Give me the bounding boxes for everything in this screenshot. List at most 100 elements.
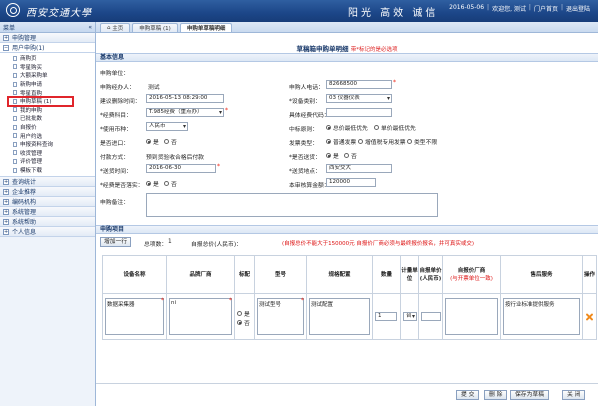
sidebar-item[interactable]: 收货管理 bbox=[0, 149, 95, 158]
budget-input[interactable]: 120000 bbox=[326, 178, 376, 187]
import-yes[interactable]: 是 bbox=[146, 137, 159, 146]
sidebar-group[interactable]: + 系统帮助 bbox=[0, 217, 95, 228]
import-label: 是否进口： bbox=[100, 141, 129, 147]
sidebar-group[interactable]: + 编码机构 bbox=[0, 197, 95, 208]
welcome-link[interactable]: 欢迎您, 测试 bbox=[492, 4, 526, 13]
price-input[interactable] bbox=[421, 312, 441, 321]
sidebar-item[interactable]: 新购申请 bbox=[0, 80, 95, 89]
sidebar-item[interactable]: 自报价 bbox=[0, 123, 95, 132]
sidebar-item[interactable]: 我的申购 bbox=[0, 106, 95, 115]
model-input[interactable]: 测试型号 bbox=[257, 297, 304, 335]
funds-ready-yes[interactable]: 是 bbox=[146, 179, 159, 188]
operator-value: 测试 bbox=[148, 85, 160, 91]
sidebar-group[interactable]: + 个人信息 bbox=[0, 227, 95, 238]
close-button[interactable]: 关 闭 bbox=[562, 390, 586, 400]
sidebar-item[interactable]: 商购页 bbox=[0, 54, 95, 63]
col-header-name: 设备名称 bbox=[102, 255, 167, 294]
supplier-input[interactable] bbox=[445, 298, 498, 335]
invoice-option-any[interactable]: 类型不限 bbox=[407, 137, 437, 146]
remark-textarea[interactable] bbox=[146, 193, 438, 217]
service-input[interactable]: 按行业标准提供服务 bbox=[503, 298, 580, 335]
sidebar-item-drafts[interactable]: 申购草稿 (1) bbox=[7, 96, 74, 107]
document-icon bbox=[13, 90, 17, 96]
principle-option-unit[interactable]: 单价最低优先 bbox=[374, 123, 416, 132]
sidebar-item[interactable]: 模板下载 bbox=[0, 166, 95, 175]
spec-input[interactable]: 测试配置 bbox=[309, 298, 370, 335]
brand-title: 西安交通大學 bbox=[26, 8, 92, 19]
submit-button[interactable]: 提 交 bbox=[456, 390, 480, 400]
created-input[interactable]: 2016-05-13 08:29:00 bbox=[146, 94, 224, 103]
delete-button[interactable]: 删 除 bbox=[484, 390, 508, 400]
tab-draft-detail[interactable]: 申购单草稿明细 bbox=[179, 23, 233, 32]
currency-label: *使用币种： bbox=[100, 127, 132, 133]
funds-label: *经费科目： bbox=[100, 113, 132, 119]
col-header-brand: 品牌厂商 bbox=[166, 255, 235, 294]
document-icon bbox=[13, 72, 17, 78]
device-name-input[interactable]: 数据采集器 bbox=[105, 297, 164, 335]
tab-home[interactable]: ⌂ 主页 bbox=[100, 23, 131, 32]
phone-label: 申购人电话： bbox=[289, 85, 324, 91]
radio-checked-icon bbox=[326, 139, 331, 144]
unit-label: 申购单位： bbox=[100, 71, 129, 77]
funds-select[interactable]: T.985经费（重点办） bbox=[146, 108, 224, 117]
logout-link[interactable]: 退出登陆 bbox=[566, 4, 590, 13]
unit-select[interactable]: 台 bbox=[403, 312, 417, 321]
radio-icon bbox=[374, 125, 379, 130]
category-select[interactable]: 03 仪器仪表 bbox=[326, 94, 392, 103]
brand-input[interactable]: ni bbox=[169, 297, 232, 335]
expand-icon: + bbox=[3, 228, 9, 235]
user-bar: 2016-05-06 | 欢迎您, 测试 | 门户首页 | 退出登陆 bbox=[449, 4, 590, 13]
col-header-service: 售后服务 bbox=[500, 255, 583, 294]
import-no[interactable]: 否 bbox=[164, 137, 177, 146]
document-icon bbox=[13, 124, 17, 130]
sidebar-group[interactable]: + 查询统计 bbox=[0, 177, 95, 188]
quantity-input[interactable]: 1 bbox=[375, 312, 397, 321]
principle-option-total[interactable]: 总价最低优先 bbox=[326, 123, 368, 132]
invoice-option-vat[interactable]: 增值税专用发票 bbox=[358, 137, 406, 146]
phone-input[interactable]: 82668500 bbox=[326, 80, 392, 89]
document-icon bbox=[13, 167, 17, 173]
sidebar-item[interactable]: 申报资料查询 bbox=[0, 140, 95, 149]
col-header-action: 操作 bbox=[582, 255, 597, 294]
delivery-yes[interactable]: 是 bbox=[326, 151, 339, 160]
expand-icon: + bbox=[3, 178, 9, 185]
invoice-option-normal[interactable]: 普通发票 bbox=[326, 137, 356, 146]
section-basic-info: 基本信息 bbox=[96, 53, 598, 62]
sidebar: 菜单 « + 申购管理 − 用户申购(1) 商购页 零星购买 大额采购单 新购申… bbox=[0, 22, 96, 406]
expand-icon: + bbox=[3, 188, 9, 195]
currency-select[interactable]: 人民币 bbox=[146, 122, 188, 131]
radio-checked-icon bbox=[326, 125, 331, 130]
principle-label: 中标原则： bbox=[289, 127, 318, 133]
document-icon bbox=[13, 158, 17, 164]
standard-yes[interactable]: 是 bbox=[237, 309, 250, 318]
price-notice: (自报总价不能大于150000元 自报价厂商必须与最终报价报名，并可真实或交) bbox=[282, 241, 475, 247]
delivery-no[interactable]: 否 bbox=[344, 151, 357, 160]
sidebar-group[interactable]: + 系统管理 bbox=[0, 207, 95, 218]
sidebar-group-purchase[interactable]: + 申购管理 bbox=[0, 33, 95, 43]
sidebar-item[interactable]: 零星购买 bbox=[0, 63, 95, 72]
sidebar-item[interactable]: 零星直购 bbox=[0, 88, 95, 97]
sidebar-item[interactable]: 大额采购单 bbox=[0, 71, 95, 80]
delete-row-icon[interactable] bbox=[585, 312, 594, 321]
add-row-button[interactable]: 增加一行 bbox=[100, 237, 132, 247]
self-pick-label: *经费是否落实： bbox=[100, 183, 144, 189]
payment-label: 付款方式： bbox=[100, 155, 129, 161]
sidebar-item[interactable]: 评价管理 bbox=[0, 157, 95, 166]
radio-checked-icon bbox=[146, 181, 151, 186]
deliver-time-input[interactable]: 2016-06-30 bbox=[146, 164, 216, 173]
remark-label: 申购备注： bbox=[100, 200, 129, 206]
sidebar-group[interactable]: + 企业推荐 bbox=[0, 187, 95, 198]
radio-checked-icon bbox=[326, 153, 331, 158]
deliver-place-input[interactable]: 西安交大 bbox=[326, 164, 392, 173]
delivery-label: *是否送货： bbox=[289, 155, 321, 161]
funds-ready-no[interactable]: 否 bbox=[164, 179, 177, 188]
funds-code-input[interactable] bbox=[326, 108, 392, 117]
standard-no[interactable]: 否 bbox=[237, 318, 250, 327]
tab-drafts[interactable]: 申购草稿 (1) bbox=[132, 23, 178, 32]
save-draft-button[interactable]: 保存为草稿 bbox=[510, 390, 549, 400]
collapse-icon[interactable]: « bbox=[88, 24, 92, 31]
portal-link[interactable]: 门户首页 bbox=[534, 4, 558, 13]
sidebar-item[interactable]: 已批批数 bbox=[0, 114, 95, 123]
sidebar-group-user-purchase[interactable]: − 用户申购(1) bbox=[0, 43, 95, 53]
sidebar-item[interactable]: 用户约选 bbox=[0, 131, 95, 140]
